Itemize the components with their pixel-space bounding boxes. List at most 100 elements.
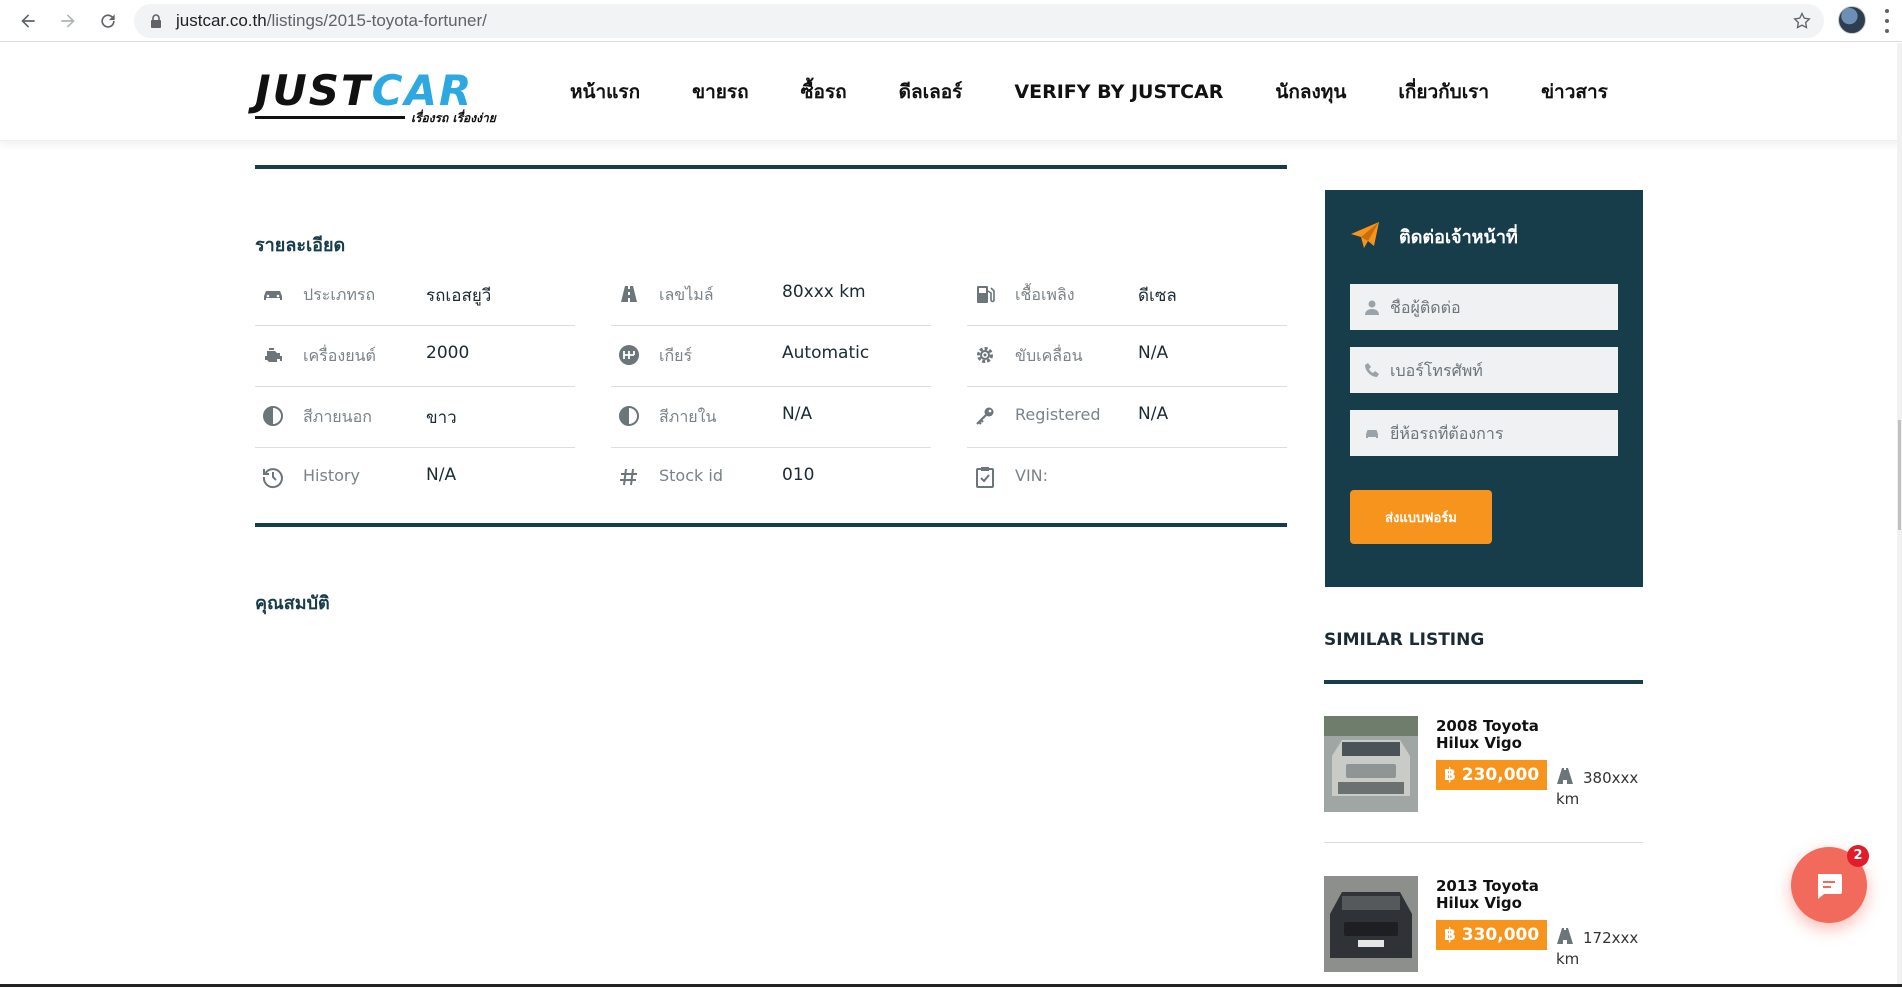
listing-mileage: 172xxx km	[1556, 929, 1639, 968]
spec-value: N/A	[1138, 404, 1169, 424]
spec-row: เครื่องยนต์ 2000 เกียร์ Automatic ขับเคล…	[255, 326, 1287, 387]
spec-history: History N/A	[255, 448, 575, 509]
nav-sell-car[interactable]: ขายรถ	[692, 77, 749, 107]
similar-listing-item[interactable]: 2013 Toyota Hilux Vigo ฿ 330,000 172xxx …	[1324, 876, 1643, 996]
spec-label: ขับเคลื่อน	[1015, 346, 1083, 365]
nav-verify[interactable]: VERIFY BY JUSTCAR	[1014, 81, 1223, 103]
spec-value: รถเอสยูวี	[426, 286, 492, 306]
reload-icon[interactable]	[88, 0, 128, 42]
section-divider	[255, 523, 1287, 527]
fuel-pump-icon	[973, 282, 997, 306]
spec-transmission: เกียร์ Automatic	[611, 326, 931, 387]
key-icon	[973, 404, 997, 428]
spec-interior-color: สีภายใน N/A	[611, 387, 931, 448]
spec-value: 2000	[426, 343, 470, 363]
contact-brand-field[interactable]	[1350, 410, 1618, 456]
back-icon[interactable]	[8, 0, 48, 42]
contact-phone-field[interactable]	[1350, 347, 1618, 393]
listing-thumbnail[interactable]	[1324, 876, 1418, 972]
nav-news[interactable]: ข่าวสาร	[1541, 77, 1608, 107]
hash-icon	[617, 465, 641, 489]
nav-home[interactable]: หน้าแรก	[570, 77, 640, 107]
contact-brand-input[interactable]	[1390, 423, 1610, 443]
spec-value: Automatic	[782, 343, 870, 363]
half-circle-icon	[261, 404, 285, 428]
logo-tagline: เรื่องรถ เรื่องง่าย	[411, 111, 496, 125]
spec-value: 80xxx km	[782, 282, 866, 302]
spec-engine: เครื่องยนต์ 2000	[255, 326, 575, 387]
listing-price: ฿ 330,000	[1436, 920, 1548, 950]
spec-label: เครื่องยนต์	[303, 346, 376, 365]
road-icon	[617, 282, 641, 306]
clipboard-check-icon	[973, 465, 997, 489]
justcar-logo[interactable]: JUSTCAR เรื่องรถ เรื่องง่าย	[255, 66, 507, 125]
contact-name-input[interactable]	[1390, 297, 1610, 317]
contact-phone-input[interactable]	[1390, 360, 1610, 380]
spec-table: ประเภทรถ รถเอสยูวี เลขไมล์ 80xxx km เชื้…	[255, 265, 1287, 509]
nav-about[interactable]: เกี่ยวกับเรา	[1398, 77, 1489, 107]
url-text: justcar.co.th/listings/2015-toyota-fortu…	[176, 11, 487, 30]
nav-dealer[interactable]: ดีลเลอร์	[899, 77, 963, 107]
spec-row: สีภายนอก ขาว สีภายใน N/A Registered N/A	[255, 387, 1287, 448]
spec-label: Stock id	[659, 466, 723, 485]
listing-divider	[1324, 842, 1643, 843]
car-icon	[261, 282, 285, 306]
engine-icon	[261, 343, 285, 367]
paper-plane-icon	[1349, 220, 1381, 252]
section-divider	[255, 165, 1287, 169]
user-icon	[1364, 299, 1380, 315]
chat-unread-badge: 2	[1847, 845, 1869, 867]
contact-form-panel: ติดต่อเจ้าหน้าที่ ส่งแบบฟอร์ม	[1325, 190, 1643, 587]
listing-title[interactable]: 2013 Toyota Hilux Vigo	[1436, 878, 1586, 912]
forward-icon[interactable]	[48, 0, 88, 42]
spec-fuel: เชื้อเพลิง ดีเซล	[967, 265, 1287, 326]
similar-divider	[1324, 680, 1643, 684]
contact-name-field[interactable]	[1350, 284, 1618, 330]
spec-vin: VIN:	[967, 448, 1287, 509]
listing-title[interactable]: 2008 Toyota Hilux Vigo	[1436, 718, 1586, 752]
similar-listing-item[interactable]: 2008 Toyota Hilux Vigo ฿ 230,000 380xxx …	[1324, 716, 1643, 836]
spec-label: ประเภทรถ	[303, 285, 376, 304]
submit-form-button[interactable]: ส่งแบบฟอร์ม	[1350, 490, 1492, 544]
phone-icon	[1364, 362, 1380, 378]
spec-label: VIN:	[1015, 466, 1049, 485]
spec-value: N/A	[782, 404, 813, 424]
spec-value: 010	[782, 465, 815, 485]
contact-title: ติดต่อเจ้าหน้าที่	[1399, 226, 1518, 248]
spec-exterior-color: สีภายนอก ขาว	[255, 387, 575, 448]
spec-label: เชื้อเพลิง	[1015, 285, 1075, 304]
browser-menu-icon[interactable]	[1884, 9, 1890, 33]
spec-label: สีภายใน	[659, 407, 717, 426]
main-navigation: หน้าแรก ขายรถ ซื้อรถ ดีลเลอร์ VERIFY BY …	[570, 43, 1660, 141]
similar-listing-heading: SIMILAR LISTING	[1324, 630, 1485, 650]
profile-avatar[interactable]	[1838, 6, 1866, 34]
logo-underline	[255, 116, 405, 119]
contact-header: ติดต่อเจ้าหน้าที่	[1349, 220, 1518, 252]
listing-mileage: 380xxx km	[1556, 769, 1639, 808]
spec-label: เลขไมล์	[659, 285, 714, 304]
bookmark-star-icon[interactable]	[1792, 11, 1812, 31]
history-clock-icon	[261, 465, 285, 489]
spec-row: ประเภทรถ รถเอสยูวี เลขไมล์ 80xxx km เชื้…	[255, 265, 1287, 326]
scrollbar-thumb[interactable]	[1898, 420, 1901, 530]
lock-icon	[151, 14, 161, 28]
spec-registered: Registered N/A	[967, 387, 1287, 448]
listing-thumbnail[interactable]	[1324, 716, 1418, 812]
spec-drivetrain: ขับเคลื่อน N/A	[967, 326, 1287, 387]
spec-car-type: ประเภทรถ รถเอสยูวี	[255, 265, 575, 326]
half-circle-icon	[617, 404, 641, 428]
spec-mileage: เลขไมล์ 80xxx km	[611, 265, 931, 326]
details-heading: รายละเอียด	[255, 235, 346, 256]
logo-wordmark: JUSTCAR	[255, 66, 474, 115]
nav-investor[interactable]: นักลงทุน	[1275, 77, 1346, 107]
nav-buy-car[interactable]: ซื้อรถ	[801, 77, 847, 107]
spec-label: Registered	[1015, 405, 1101, 424]
spec-label: เกียร์	[659, 346, 693, 365]
spec-value: N/A	[426, 465, 457, 485]
listing-price: ฿ 230,000	[1436, 760, 1548, 790]
address-bar[interactable]: justcar.co.th/listings/2015-toyota-fortu…	[134, 4, 1824, 38]
spec-label: History	[303, 466, 360, 485]
spec-label: สีภายนอก	[303, 407, 372, 426]
spec-row: History N/A Stock id 010 VIN:	[255, 448, 1287, 509]
gearbox-icon	[617, 343, 641, 367]
